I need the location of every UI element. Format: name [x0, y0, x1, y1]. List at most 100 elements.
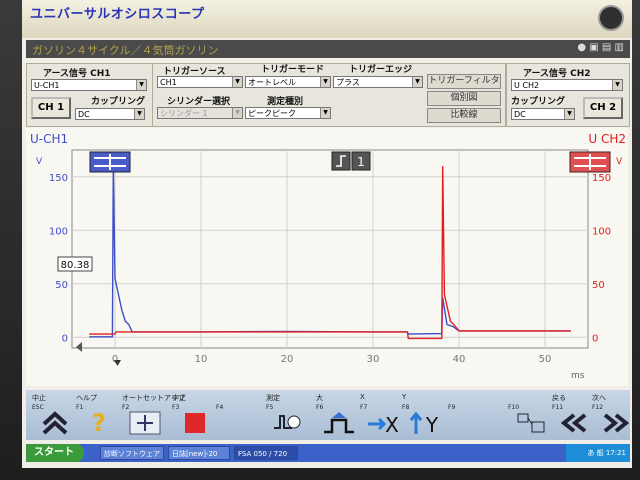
taskbar: スタート 診断ソフトウェア 日誌[new]-20 FSA 050 / 720 あ…: [26, 444, 630, 462]
ch2-coupling-select[interactable]: DC ▼: [511, 108, 575, 120]
chevron-down-icon: ▼: [612, 80, 622, 90]
fkey-f8[interactable]: Y F8 Y: [402, 392, 442, 438]
chevron-down-icon: ▼: [232, 77, 242, 87]
taskbar-item[interactable]: 日誌[new]-20: [168, 446, 230, 460]
chevron-down-icon: ▼: [320, 108, 330, 118]
title-bar: ユニバーサルオシロスコープ: [22, 0, 632, 38]
vehicle-info-text: ガソリン４サイクル／４気筒ガソリン: [32, 44, 219, 57]
ch1-scale-icon[interactable]: [89, 151, 131, 173]
ch1-unit: V: [36, 157, 43, 167]
double-up-arrow-icon: [38, 410, 72, 436]
trigger-edge-label: トリガーエッジ: [349, 65, 413, 75]
ch2-panel: アース信号 CH2 U CH2 ▼ カップリング DC ▼ CH 2: [506, 63, 630, 127]
chevron-down-icon: ▼: [564, 109, 574, 119]
fkey-f10[interactable]: F10: [508, 392, 548, 438]
fkey-f1[interactable]: ヘルプ F1?: [76, 392, 116, 438]
fkey-label: Y: [402, 393, 407, 401]
fkey-f2[interactable]: オートセットアップ F2: [122, 392, 185, 438]
status-icons: ● ▣ ▤ ▥: [577, 42, 624, 53]
ch1-title: U-CH1: [30, 132, 68, 146]
plot-frame: [71, 149, 589, 349]
fkey-f12[interactable]: 次へ F12: [592, 392, 632, 438]
fkey-label: ヘルプ: [76, 394, 97, 402]
voltage-cursor[interactable]: 80.38: [57, 256, 93, 272]
svg-text:Y: Y: [425, 413, 439, 436]
taskbar-item-active[interactable]: FSA 050 / 720: [234, 446, 298, 460]
trigger-source-select[interactable]: CH1 ▼: [157, 76, 243, 88]
oscilloscope-chart[interactable]: 0 10 20 30 40 50050100150050100150 U-CH1 U CH…: [26, 128, 628, 386]
y-arrow-icon: Y: [408, 410, 442, 437]
trigger-badge: 1: [357, 155, 365, 169]
vehicle-info-bar: ガソリン４サイクル／４気筒ガソリン ● ▣ ▤ ▥: [26, 40, 630, 58]
fkey-label: 中止: [32, 394, 46, 402]
x-unit: ms: [571, 371, 585, 381]
fkey-label: 大: [316, 394, 323, 402]
y-right-tick-label: 100: [592, 226, 611, 237]
y-right-tick-label: 150: [592, 173, 611, 184]
layout-icon: [514, 410, 548, 436]
ch1-coupling-select[interactable]: DC ▼: [75, 108, 145, 120]
ch2-scale-icon[interactable]: [569, 151, 611, 173]
fkey-f11[interactable]: 戻る F11: [552, 392, 592, 438]
y-left-tick-label: 50: [55, 280, 68, 291]
fkey-esc[interactable]: 中止 ESC: [32, 392, 72, 438]
fkey-f4[interactable]: F4: [216, 392, 256, 438]
cylinder-select[interactable]: シリンダー 1 ▼: [157, 107, 243, 119]
chevron-down-icon: ▼: [134, 109, 144, 119]
ch1-coupling-label: カップリング: [91, 97, 146, 107]
fkey-f9[interactable]: F9: [448, 392, 488, 438]
ch2-button[interactable]: CH 2: [583, 97, 623, 119]
x-tick-label: 50: [539, 354, 552, 365]
svg-text:X: X: [385, 413, 399, 436]
chevron-down-icon: ▼: [412, 77, 422, 87]
question-icon: ?: [92, 409, 106, 437]
stop-icon: [178, 410, 212, 436]
trigger-pulse-icon: [322, 410, 356, 436]
ch1-button[interactable]: CH 1: [31, 97, 71, 119]
measure-type-select[interactable]: ピークピーク ▼: [245, 107, 331, 119]
app-title: ユニバーサルオシロスコープ: [30, 7, 205, 22]
back-icon: [558, 410, 592, 436]
ch1-signal-label: アース信号 CH1: [43, 69, 111, 79]
ch2-signal-value: U CH2: [514, 81, 540, 90]
taskbar-item[interactable]: 診断ソフトウェア: [100, 446, 164, 460]
close-icon[interactable]: [598, 5, 624, 31]
next-icon: [598, 410, 632, 436]
start-button[interactable]: スタート: [26, 444, 84, 462]
cursor-value: 80.38: [61, 260, 90, 271]
ch1-signal-value: U-CH1: [34, 81, 60, 90]
ch2-unit: V: [616, 157, 623, 167]
ch1-coupling-value: DC: [78, 110, 90, 119]
ch2-title: U CH2: [588, 132, 626, 146]
ch1-signal-select[interactable]: U-CH1 ▼: [31, 79, 147, 91]
fkey-label: 次へ: [592, 394, 606, 402]
fkey-label: 戻る: [552, 394, 566, 402]
screen: ユニバーサルオシロスコープ ガソリン４サイクル／４気筒ガソリン ● ▣ ▤ ▥ …: [22, 0, 632, 468]
trigger-source-value: CH1: [160, 78, 177, 87]
empty-slot: [454, 410, 488, 436]
trigger-filter-button[interactable]: トリガーフィルター: [427, 74, 501, 99]
trigger-mode-label: トリガーモード: [261, 65, 325, 75]
trigger-edge-select[interactable]: プラス ▼: [333, 76, 423, 88]
function-key-bar: 中止 ESC ヘルプ F1? オートセットアップ F2 中止 F3 F4 測定 F5 大 F6 X F7 X Y…: [26, 390, 630, 440]
fkey-f3[interactable]: 中止 F3: [172, 392, 212, 438]
fkey-f6[interactable]: 大 F6: [316, 392, 356, 438]
measure-type-value: ピークピーク: [248, 109, 296, 118]
fkey-f7[interactable]: X F7 X: [360, 392, 400, 438]
ch2-signal-select[interactable]: U CH2 ▼: [511, 79, 623, 91]
trigger-mode-select[interactable]: オートレベル ▼: [245, 76, 331, 88]
ch2-coupling-value: DC: [514, 110, 526, 119]
trigger-panel: トリガーソース CH1 ▼ トリガーモード オートレベル ▼ トリガーエッジ プラス…: [152, 63, 506, 127]
oscilloscope-plot[interactable]: 0 10 20 30 40 50 0 50 100 150 0 50 100 150 U-CH1 U CH…: [26, 128, 628, 386]
x-tick-label: 30: [367, 354, 380, 365]
x-arrow-icon: X: [366, 410, 400, 437]
system-tray: あ 般 17:21: [566, 444, 630, 462]
compare-line-button[interactable]: 比較線: [427, 108, 501, 123]
ch2-signal-label: アース信号 CH2: [523, 69, 591, 79]
chevron-down-icon: ▼: [320, 77, 330, 87]
auto-setup-icon: [128, 410, 162, 436]
cylinder-value: シリンダー 1: [160, 109, 208, 118]
chevron-down-icon: ▼: [232, 108, 242, 118]
individual-view-button[interactable]: 個別図: [427, 91, 501, 106]
fkey-f5[interactable]: 測定 F5: [266, 392, 306, 438]
